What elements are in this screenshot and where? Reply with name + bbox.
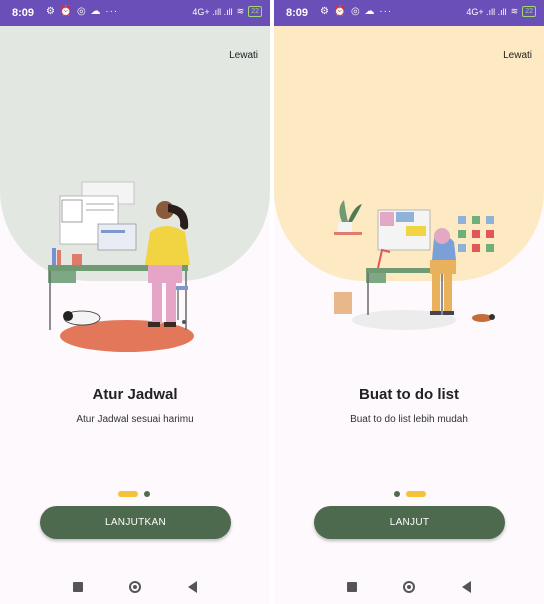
signal-icon: 4G+ .ıll .ıll (192, 6, 233, 17)
page-indicator (118, 490, 150, 498)
wifi-icon: ≋ (236, 6, 245, 16)
onboarding-screen-1: 8:09 ⚙ ⏰ ◎ ☁ ··· 4G+ .ıll .ıll ≋ 22 Lewa… (0, 0, 270, 604)
page-dot-active (118, 491, 138, 497)
onboarding-screen-2: 8:09 ⚙ ⏰ ◎ ☁ ··· 4G+ .ıll .ıll ≋ 22 Lewa… (274, 0, 544, 604)
back-icon[interactable] (461, 581, 471, 593)
battery-icon: 22 (522, 6, 536, 17)
page-indicator (394, 490, 426, 498)
wifi-icon: ≋ (510, 6, 519, 16)
status-right: 4G+ .ıll .ıll ≋ 22 (192, 6, 262, 17)
status-bar: 8:09 ⚙ ⏰ ◎ ☁ ··· 4G+ .ıll .ıll ≋ 22 (0, 0, 270, 26)
page-dot (144, 491, 150, 497)
battery-icon: 22 (248, 6, 262, 17)
system-nav-bar (274, 570, 544, 604)
home-icon[interactable] (129, 581, 142, 593)
system-nav-bar (0, 570, 270, 604)
back-icon[interactable] (187, 581, 197, 593)
recent-apps-icon[interactable] (347, 582, 358, 592)
screen-subtitle: Atur Jadwal sesuai harimu (76, 414, 194, 425)
page-dot-active (406, 491, 426, 497)
screen-title: Buat to do list (359, 386, 459, 403)
screen-title: Atur Jadwal (92, 386, 178, 403)
schedule-illustration (48, 181, 194, 352)
status-bar: 8:09 ⚙ ⏰ ◎ ☁ ··· 4G+ .ıll .ıll ≋ 22 (274, 0, 544, 26)
screen-subtitle: Buat to do list lebih mudah (350, 414, 468, 425)
continue-button[interactable]: LANJUT (314, 506, 505, 539)
skip-button[interactable]: Lewati (229, 50, 258, 61)
recent-apps-icon[interactable] (73, 582, 84, 592)
status-time: 8:09 (12, 7, 35, 19)
continue-button[interactable]: LANJUTKAN (40, 506, 231, 539)
status-right: 4G+ .ıll .ıll ≋ 22 (466, 6, 536, 17)
home-icon[interactable] (403, 581, 416, 593)
page-dot (394, 491, 400, 497)
status-time: 8:09 (286, 7, 309, 19)
todo-illustration (334, 200, 495, 330)
signal-icon: 4G+ .ıll .ıll (466, 6, 507, 17)
skip-button[interactable]: Lewati (503, 50, 532, 61)
notification-icons: ⚙ ⏰ ◎ ☁ ··· (320, 6, 393, 17)
notification-icons: ⚙ ⏰ ◎ ☁ ··· (46, 6, 119, 17)
